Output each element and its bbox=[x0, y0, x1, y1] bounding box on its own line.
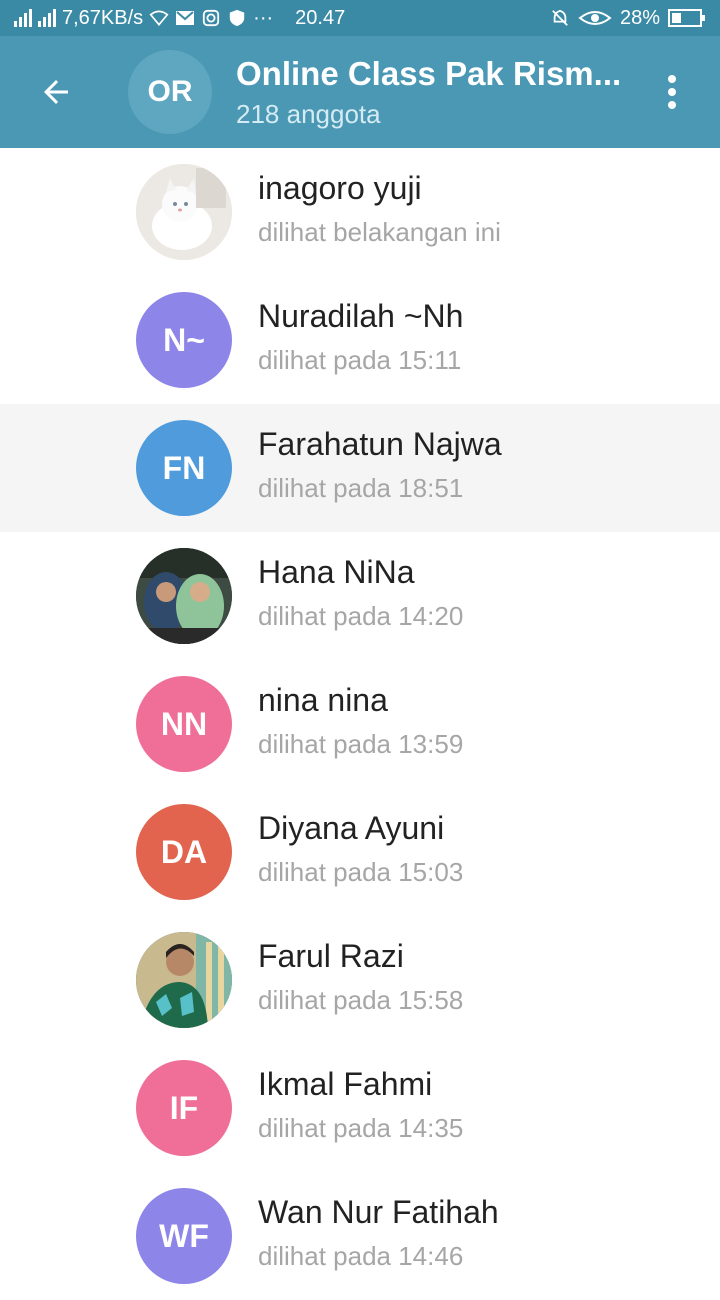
group-avatar[interactable]: OR bbox=[128, 50, 212, 134]
member-row[interactable]: Hana NiNa dilihat pada 14:20 bbox=[0, 532, 720, 660]
member-name: Nuradilah ~Nh bbox=[258, 298, 464, 334]
silent-bell-icon bbox=[552, 9, 568, 26]
member-row[interactable]: FN Farahatun Najwa dilihat pada 18:51 bbox=[0, 404, 720, 532]
last-seen: dilihat pada 18:51 bbox=[258, 473, 464, 503]
eye-icon bbox=[578, 11, 612, 25]
battery-percent: 28% bbox=[619, 6, 660, 29]
member-name: Ikmal Fahmi bbox=[258, 1066, 433, 1102]
member-name: Hana NiNa bbox=[258, 554, 415, 590]
member-name: nina nina bbox=[258, 682, 388, 718]
member-list: inagoro yuji dilihat belakangan ini N~ N… bbox=[0, 148, 720, 1300]
member-row[interactable]: Farul Razi dilihat pada 15:58 bbox=[0, 916, 720, 1044]
member-count: 218 anggota bbox=[236, 98, 381, 129]
member-row[interactable]: N~ Nuradilah ~Nh dilihat pada 15:11 bbox=[0, 276, 720, 404]
group-title: Online Class Pak Rism... bbox=[236, 54, 622, 92]
member-name: Diyana Ayuni bbox=[258, 810, 445, 846]
group-title-area[interactable]: Online Class Pak Rism... 218 anggota bbox=[236, 55, 624, 130]
avatar bbox=[136, 548, 232, 644]
cat-photo bbox=[136, 164, 232, 260]
avatar: FN bbox=[136, 420, 232, 516]
last-seen: dilihat pada 14:20 bbox=[258, 601, 464, 631]
avatar: IF bbox=[136, 1060, 232, 1156]
avatar: DA bbox=[136, 804, 232, 900]
app-bar: OR Online Class Pak Rism... 218 anggota bbox=[0, 36, 720, 148]
member-name: Farul Razi bbox=[258, 938, 404, 974]
more-button[interactable] bbox=[624, 36, 720, 148]
member-row[interactable]: WF Wan Nur Fatihah dilihat pada 14:46 bbox=[0, 1172, 720, 1300]
member-name: Farahatun Najwa bbox=[258, 426, 502, 462]
member-row[interactable]: IF Ikmal Fahmi dilihat pada 14:35 bbox=[0, 1044, 720, 1172]
last-seen: dilihat pada 14:35 bbox=[258, 1113, 464, 1143]
avatar bbox=[136, 164, 232, 260]
avatar bbox=[136, 932, 232, 1028]
signal-icon bbox=[38, 9, 56, 27]
member-name: Wan Nur Fatihah bbox=[258, 1194, 499, 1230]
member-name: inagoro yuji bbox=[258, 170, 422, 206]
instagram-icon bbox=[203, 9, 220, 27]
avatar: WF bbox=[136, 1188, 232, 1284]
battery-icon bbox=[668, 9, 705, 27]
clock: 20.47 bbox=[295, 6, 346, 29]
arrow-back-icon bbox=[44, 80, 68, 104]
avatar: N~ bbox=[136, 292, 232, 388]
avatar: NN bbox=[136, 676, 232, 772]
member-row[interactable]: DA Diyana Ayuni dilihat pada 15:03 bbox=[0, 788, 720, 916]
last-seen: dilihat pada 15:03 bbox=[258, 857, 464, 887]
man-photo bbox=[136, 932, 232, 1028]
shield-icon bbox=[229, 9, 245, 27]
last-seen: dilihat pada 15:11 bbox=[258, 345, 462, 375]
member-row[interactable]: inagoro yuji dilihat belakangan ini bbox=[0, 148, 720, 276]
more-vert-icon bbox=[668, 75, 676, 109]
last-seen: dilihat belakangan ini bbox=[258, 217, 501, 247]
more-notifications-icon: ··· bbox=[253, 6, 274, 29]
status-bar: 7,67KB/s ··· 20.47 28% bbox=[0, 0, 720, 36]
mail-icon bbox=[176, 11, 195, 25]
last-seen: dilihat pada 15:58 bbox=[258, 985, 464, 1015]
wifi-icon bbox=[149, 10, 169, 26]
back-button[interactable] bbox=[0, 36, 112, 148]
signal-icon bbox=[14, 9, 32, 27]
last-seen: dilihat pada 13:59 bbox=[258, 729, 464, 759]
member-row[interactable]: NN nina nina dilihat pada 13:59 bbox=[0, 660, 720, 788]
people-photo bbox=[136, 548, 232, 644]
last-seen: dilihat pada 14:46 bbox=[258, 1241, 464, 1271]
network-speed: 7,67KB/s bbox=[62, 6, 144, 29]
